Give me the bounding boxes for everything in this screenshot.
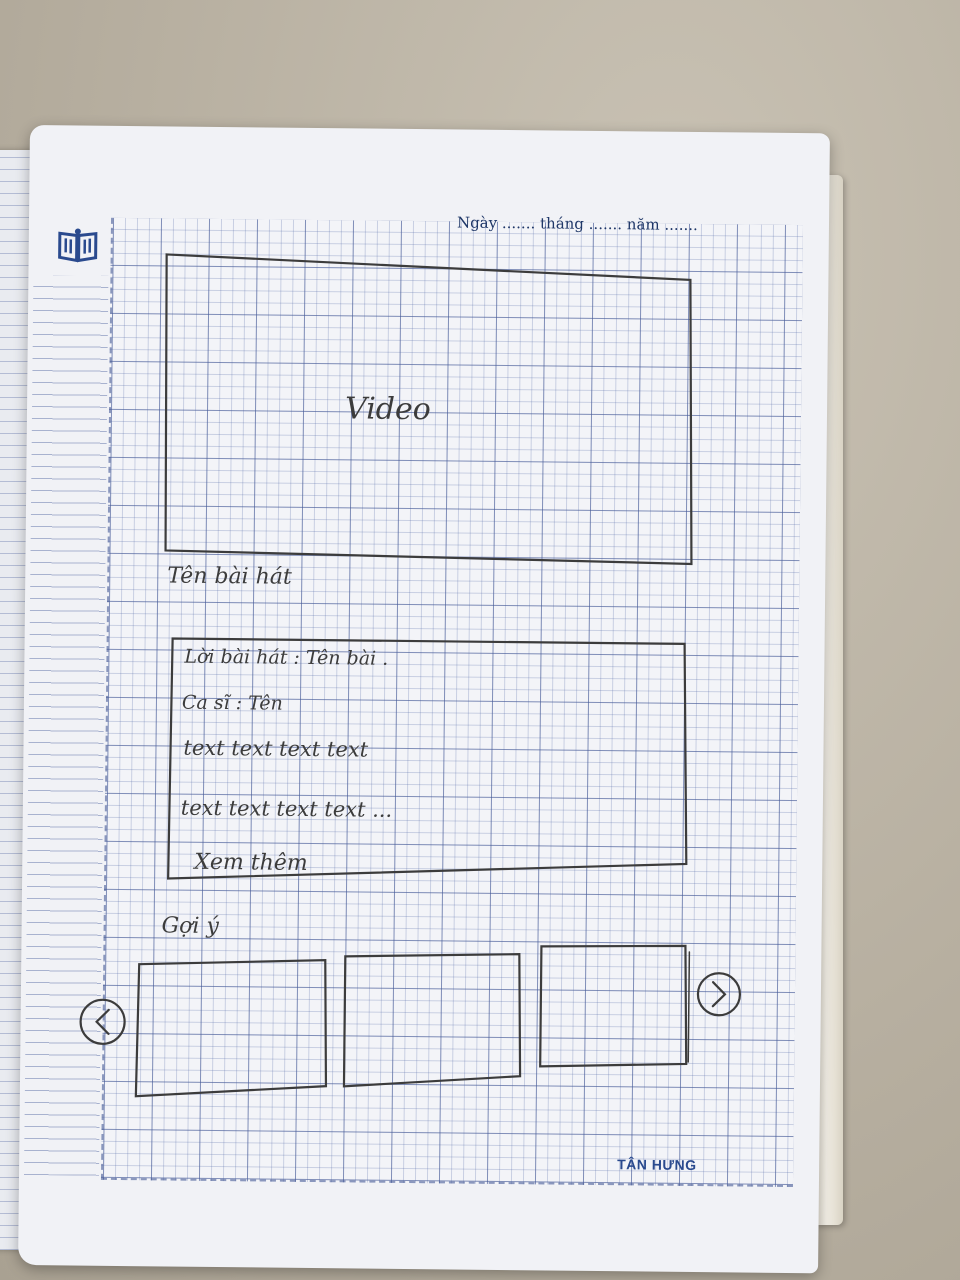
notebook-page: Ngày ....... tháng ....... năm ....... T… <box>18 125 830 1274</box>
date-line: Ngày ....... tháng ....... năm ....... <box>456 213 698 234</box>
book-logo-icon <box>58 228 98 263</box>
graph-grid <box>100 217 803 1188</box>
notebook-brand: TÂN HƯNG <box>617 1156 697 1174</box>
margin-lines <box>24 275 109 1176</box>
